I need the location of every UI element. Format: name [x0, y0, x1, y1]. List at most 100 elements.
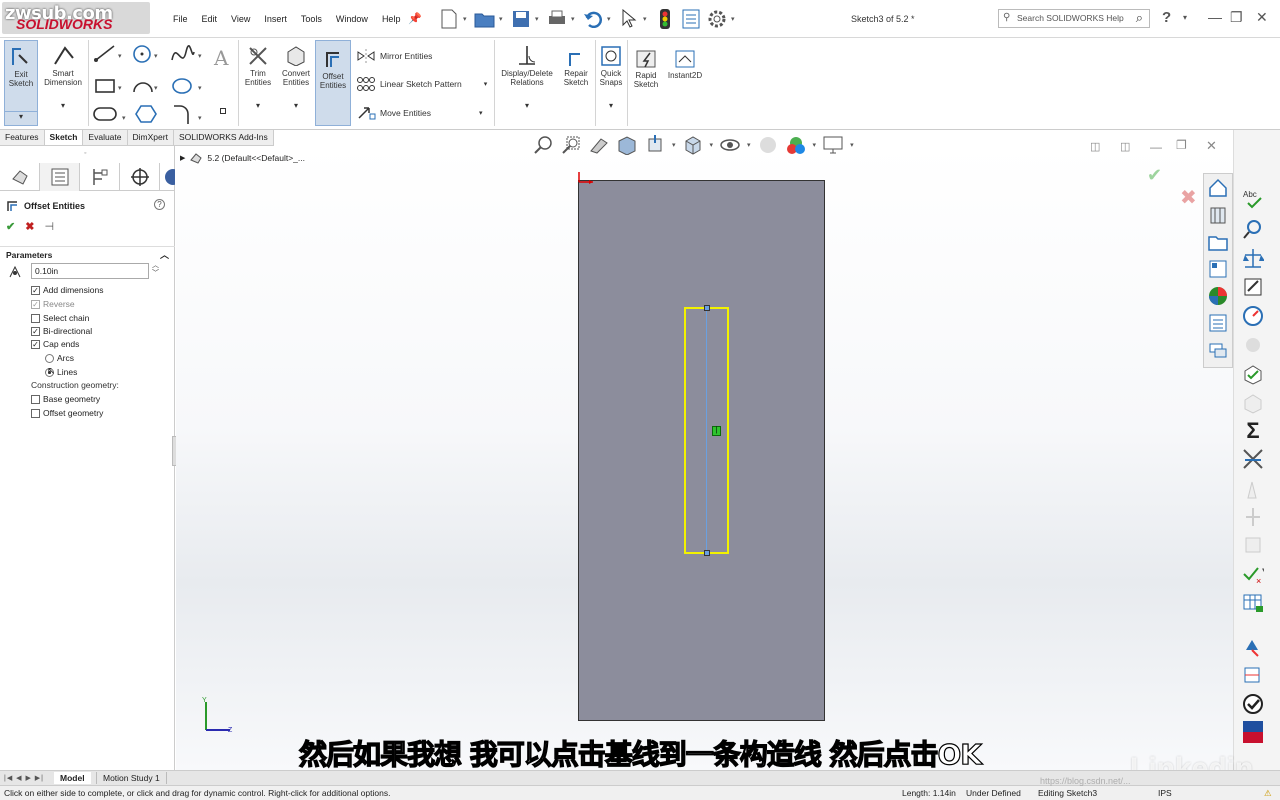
help-dropdown-icon[interactable]: ▾: [1183, 13, 1187, 22]
distance-spinner[interactable]: ︿ ﹀: [152, 262, 159, 278]
curvature-icon[interactable]: [1242, 448, 1264, 470]
trim-entities-button[interactable]: Trim Entities ▾: [242, 44, 274, 110]
arcs-radio[interactable]: Arcs: [45, 353, 74, 363]
zoom-to-area-icon[interactable]: [560, 135, 582, 155]
instant2d-button[interactable]: Instant2D: [665, 50, 705, 80]
split-right-icon[interactable]: ◫: [1120, 140, 1130, 153]
previous-view-icon[interactable]: [588, 135, 610, 155]
split-left-icon[interactable]: ◫: [1090, 140, 1100, 153]
tab-dimxpert[interactable]: DimXpert: [128, 130, 174, 145]
exit-sketch-button[interactable]: Exit Sketch ▾: [4, 40, 38, 126]
appearance-dropdown-icon[interactable]: ▾: [813, 141, 817, 149]
quick-snaps-button[interactable]: Quick Snaps ▾: [597, 44, 625, 110]
point-icon[interactable]: [220, 108, 226, 114]
viewport-restore-icon[interactable]: ❐: [1176, 138, 1187, 152]
endpoint-top[interactable]: [704, 305, 710, 311]
thickness-analysis-icon[interactable]: [1242, 664, 1264, 686]
save-dropdown-icon[interactable]: ▾: [535, 15, 543, 23]
smart-dimension-button[interactable]: Smart Dimension ▾: [40, 44, 86, 110]
dimxpert-manager-tab[interactable]: [120, 163, 160, 191]
hide-show-items-icon[interactable]: [757, 135, 779, 155]
dynamic-annotation-icon[interactable]: [644, 135, 666, 155]
help-circle-icon[interactable]: ?: [154, 199, 165, 210]
view-orientation-icon[interactable]: [682, 135, 704, 155]
display-delete-relations-button[interactable]: Display/Delete Relations ▾: [498, 44, 556, 110]
search-magnifier-icon[interactable]: ⌕: [1136, 10, 1143, 26]
menu-edit[interactable]: Edit: [202, 14, 218, 24]
close-icon[interactable]: ✕: [1256, 9, 1268, 26]
add-dimensions-checkbox[interactable]: ✓ Add dimensions: [31, 285, 103, 295]
zoom-to-fit-icon[interactable]: [532, 135, 554, 155]
view-settings-monitor-icon[interactable]: [822, 135, 844, 155]
configuration-manager-tab[interactable]: [80, 163, 120, 191]
menu-window[interactable]: Window: [336, 14, 368, 24]
base-geometry-checkbox[interactable]: Base geometry: [31, 394, 100, 404]
select-arrow-icon[interactable]: [617, 7, 641, 31]
menu-tools[interactable]: Tools: [301, 14, 322, 24]
solidworks-logo[interactable]: zwsub.com SOLIDWORKS: [2, 2, 150, 34]
design-checker-icon[interactable]: [1242, 693, 1264, 715]
new-document-icon[interactable]: [437, 7, 461, 31]
new-dropdown-icon[interactable]: ▾: [463, 15, 471, 23]
file-explorer-icon[interactable]: [1207, 231, 1229, 253]
search-help-input[interactable]: ⚲ Search SOLIDWORKS Help ⌕: [998, 9, 1150, 28]
menu-file[interactable]: File: [173, 14, 188, 24]
section-view-icon[interactable]: [616, 135, 638, 155]
convert-entities-button[interactable]: Convert Entities ▾: [278, 44, 314, 110]
mass-properties-icon[interactable]: [1242, 247, 1264, 269]
text-icon[interactable]: A: [214, 46, 228, 71]
open-folder-icon[interactable]: [473, 7, 497, 31]
rebuild-icon[interactable]: [653, 7, 677, 31]
restore-icon[interactable]: ❐: [1230, 9, 1243, 26]
view-palette-icon[interactable]: [1207, 258, 1229, 280]
solidworks-resources-home-icon[interactable]: [1207, 177, 1229, 199]
reverse-checkbox[interactable]: ✓ Reverse: [31, 299, 75, 309]
menu-view[interactable]: View: [231, 14, 250, 24]
options-dropdown-icon[interactable]: ▾: [731, 15, 739, 23]
parameters-section-header[interactable]: Parameters ︿: [0, 246, 175, 260]
save-icon[interactable]: [509, 7, 533, 31]
menu-help[interactable]: Help: [382, 14, 401, 24]
section-properties-icon[interactable]: [1242, 276, 1264, 298]
undo-icon[interactable]: [581, 7, 605, 31]
collapse-chevron-icon[interactable]: ︿: [160, 248, 169, 261]
ok-check-icon[interactable]: ✔: [6, 220, 15, 233]
pattern-dropdown-icon[interactable]: ▾: [484, 80, 488, 88]
tree-expand-icon[interactable]: ▶: [180, 154, 185, 162]
tab-evaluate[interactable]: Evaluate: [83, 130, 128, 145]
repair-sketch-button[interactable]: Repair Sketch: [560, 50, 592, 87]
status-units[interactable]: IPS: [1158, 788, 1172, 798]
minimize-icon[interactable]: —: [1208, 9, 1222, 25]
undo-dropdown-icon[interactable]: ▾: [607, 15, 615, 23]
measure-icon[interactable]: [1242, 218, 1264, 240]
display-style-icon[interactable]: [719, 135, 741, 155]
rapid-sketch-button[interactable]: Rapid Sketch: [631, 50, 661, 89]
feature-manager-tab[interactable]: [0, 163, 40, 191]
viewport-close-icon[interactable]: ✕: [1206, 138, 1217, 154]
annotation-dropdown-icon[interactable]: ▾: [672, 141, 676, 149]
print-dropdown-icon[interactable]: ▾: [571, 15, 579, 23]
endpoint-bottom[interactable]: [704, 550, 710, 556]
symmetry-check-icon[interactable]: [1242, 636, 1264, 658]
tab-motion-study-1[interactable]: Motion Study 1: [96, 772, 167, 784]
move-entities-button[interactable]: Move Entities ▾: [356, 105, 483, 121]
tab-sketch[interactable]: Sketch: [44, 130, 84, 145]
mirror-entities-button[interactable]: Mirror Entities: [356, 48, 432, 64]
keep-visible-pushpin-icon[interactable]: ⊣: [44, 220, 54, 233]
confirmation-corner-ok-icon[interactable]: ✔: [1147, 165, 1162, 186]
tab-model[interactable]: Model: [54, 772, 91, 784]
select-chain-checkbox[interactable]: Select chain: [31, 313, 89, 323]
display-style-dropdown-icon[interactable]: ▾: [747, 141, 751, 149]
spell-check-icon[interactable]: Abc: [1242, 188, 1264, 210]
open-dropdown-icon[interactable]: ▾: [499, 15, 507, 23]
design-table-icon[interactable]: [1242, 592, 1264, 614]
tab-scroll-arrows[interactable]: |◀ ◀ ▶ ▶|: [4, 774, 44, 782]
custom-properties-icon[interactable]: [1207, 312, 1229, 334]
cap-ends-checkbox[interactable]: ✓ Cap ends: [31, 339, 79, 349]
edit-appearance-icon[interactable]: [785, 135, 807, 155]
offset-distance-input[interactable]: 0.10in: [31, 263, 149, 279]
view-settings-dropdown-icon[interactable]: ▾: [850, 141, 854, 149]
orientation-dropdown-icon[interactable]: ▾: [710, 141, 714, 149]
display-manager-tab[interactable]: [160, 163, 175, 191]
forum-icon[interactable]: [1207, 339, 1229, 361]
